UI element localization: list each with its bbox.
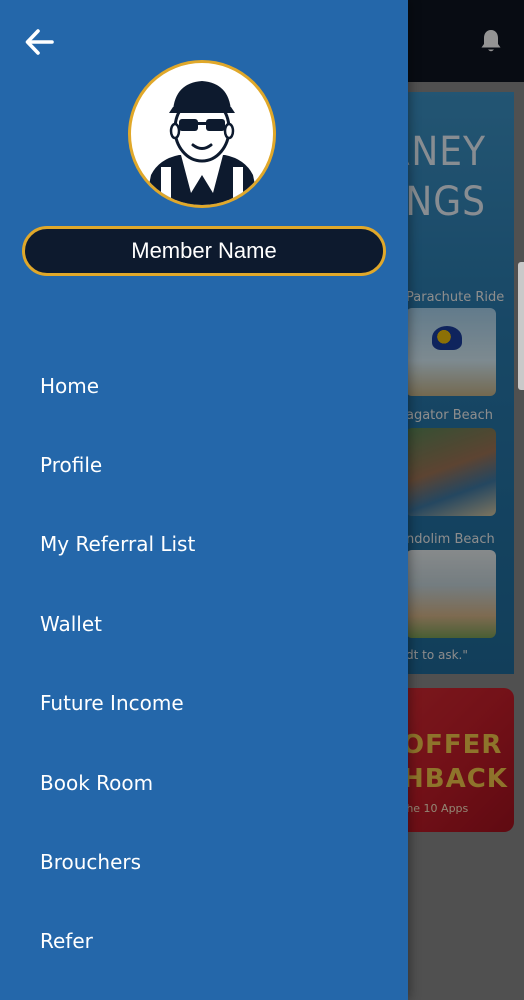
menu-item-future-income[interactable]: Future Income xyxy=(0,664,408,743)
menu-item-label: Wallet xyxy=(40,611,103,636)
menu-item-wallet[interactable]: Wallet xyxy=(0,584,408,663)
app-screen: RNEY INGS Parachute Ride agator Beach nd… xyxy=(0,0,524,1000)
member-name: Member Name xyxy=(131,238,277,263)
traveler-avatar-icon xyxy=(145,81,259,205)
navigation-drawer: Member Name Home Profile My Referral Lis… xyxy=(0,0,408,1000)
menu-item-my-referral-list[interactable]: My Referral List xyxy=(0,505,408,584)
menu-item-label: My Referral List xyxy=(40,532,196,557)
drawer-menu: Home Profile My Referral List Wallet Fut… xyxy=(0,346,408,981)
member-name-badge[interactable]: Member Name xyxy=(22,226,386,276)
menu-item-home[interactable]: Home xyxy=(0,346,408,425)
menu-item-label: Home xyxy=(40,373,100,398)
menu-item-label: Profile xyxy=(40,453,103,478)
menu-item-label: Book Room xyxy=(40,770,154,795)
menu-item-label: Future Income xyxy=(40,691,184,716)
menu-item-label: Refer xyxy=(40,929,93,954)
menu-item-profile[interactable]: Profile xyxy=(0,425,408,504)
menu-item-label: Brouchers xyxy=(40,850,142,875)
back-arrow-icon[interactable] xyxy=(22,26,58,58)
scrollbar[interactable] xyxy=(518,262,524,390)
menu-item-book-room[interactable]: Book Room xyxy=(0,743,408,822)
menu-item-brouchers[interactable]: Brouchers xyxy=(0,822,408,901)
avatar[interactable] xyxy=(128,60,276,208)
menu-item-refer[interactable]: Refer xyxy=(0,902,408,981)
